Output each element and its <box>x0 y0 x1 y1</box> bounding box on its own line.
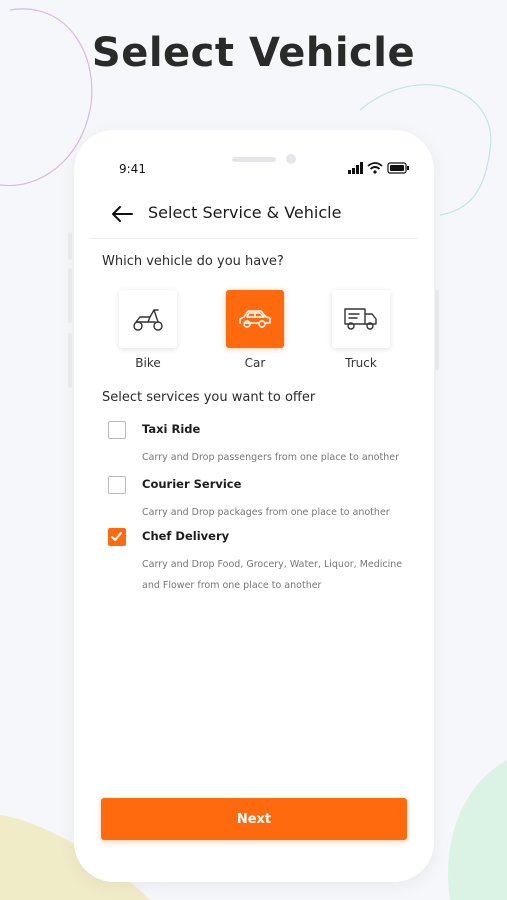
header-divider <box>90 238 418 239</box>
background-phone-edge <box>68 268 72 323</box>
service-title: Courier Service <box>142 477 242 491</box>
service-description: Carry and Drop passengers from one place… <box>142 452 399 463</box>
service-description: Carry and Drop packages from one place t… <box>142 507 390 518</box>
status-bar: 9:41 <box>74 130 434 190</box>
status-icons <box>348 162 409 174</box>
service-item-courier-service: Courier Service Carry and Drop packages … <box>108 476 418 526</box>
speaker-grille <box>232 157 276 162</box>
wifi-icon <box>367 162 383 174</box>
vehicle-option-truck[interactable] <box>332 290 390 348</box>
phone-frame: 9:41 Select Service & Vehicle Which vehi… <box>74 130 434 882</box>
scooter-icon <box>133 309 163 331</box>
battery-icon <box>387 162 409 174</box>
background-phone-edge <box>68 232 72 260</box>
service-title: Chef Delivery <box>142 529 230 543</box>
services-heading: Select services you want to offer <box>102 390 316 405</box>
service-title: Taxi Ride <box>142 422 201 436</box>
vehicle-label-truck: Truck <box>345 356 377 370</box>
service-item-taxi-ride: Taxi Ride Carry and Drop passengers from… <box>108 421 418 471</box>
status-time: 9:41 <box>119 162 146 176</box>
service-description: Carry and Drop Food, Grocery, Water, Liq… <box>142 559 403 591</box>
back-arrow-icon[interactable] <box>110 204 134 224</box>
vehicle-option-car[interactable] <box>226 290 284 348</box>
courier-service-checkbox[interactable] <box>108 476 126 494</box>
next-button[interactable]: Next <box>101 798 407 840</box>
background-phone-edge <box>435 290 439 370</box>
vehicle-label-bike: Bike <box>135 356 161 370</box>
front-camera <box>286 154 296 164</box>
header: Select Service & Vehicle <box>74 196 434 236</box>
page-title: Select Service & Vehicle <box>148 203 342 222</box>
background-phone-edge <box>68 333 72 388</box>
taxi-ride-checkbox[interactable] <box>108 421 126 439</box>
service-item-chef-delivery: Chef Delivery Carry and Drop Food, Groce… <box>108 528 418 598</box>
truck-icon <box>344 308 377 330</box>
vehicle-option-bike[interactable] <box>119 290 177 348</box>
chef-delivery-checkbox[interactable] <box>108 528 126 546</box>
vehicle-question: Which vehicle do you have? <box>102 254 284 269</box>
vehicle-label-car: Car <box>244 356 266 370</box>
car-icon <box>239 310 271 328</box>
page-headline: Select Vehicle <box>91 30 416 76</box>
signal-icon <box>348 162 363 174</box>
checkmark-icon <box>111 532 122 541</box>
